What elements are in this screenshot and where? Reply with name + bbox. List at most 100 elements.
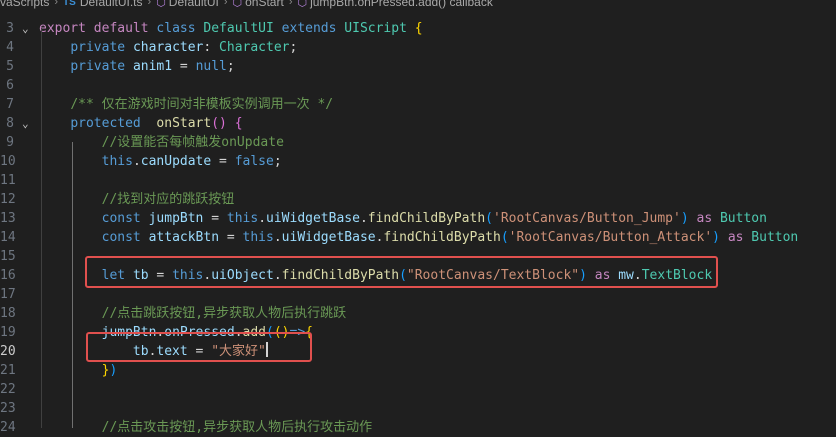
code-token: this bbox=[101, 154, 133, 169]
code-token: jumpBtn bbox=[148, 211, 204, 226]
code-line[interactable]: //设置能否每帧触发onUpdate bbox=[39, 133, 284, 152]
code-token: character bbox=[132, 40, 204, 55]
code-token: anim1 bbox=[132, 59, 173, 74]
code-token: uiWidgetBase bbox=[266, 211, 360, 226]
line-number: 3 bbox=[6, 21, 14, 36]
line-number: 14 bbox=[0, 230, 16, 245]
code-token: { bbox=[414, 21, 423, 36]
code-token: as bbox=[727, 230, 744, 245]
code-token: canUpdate bbox=[140, 154, 212, 169]
code-token: Character bbox=[219, 40, 290, 55]
code-token: 'RootCanvas/Button_Jump' bbox=[493, 211, 681, 226]
code-token: Button bbox=[751, 230, 799, 245]
code-token: extends bbox=[281, 21, 337, 36]
code-token: DefaultUI bbox=[203, 21, 274, 36]
code-token: UIScript bbox=[344, 21, 407, 36]
line-number: 8 bbox=[6, 116, 14, 131]
code-token: ; bbox=[289, 40, 298, 55]
code-token: false bbox=[234, 154, 274, 169]
code-token: //找到对应的跳跃按钮 bbox=[101, 192, 235, 207]
code-line[interactable]: //点击跳跃按钮,异步获取人物后执行跳跃 bbox=[39, 304, 346, 323]
code-token: private bbox=[70, 40, 126, 55]
code-token: protected bbox=[70, 116, 141, 131]
code-token: //设置能否每帧触发onUpdate bbox=[101, 135, 284, 150]
highlight-annotation-box bbox=[86, 332, 312, 362]
code-token: ; bbox=[273, 154, 282, 169]
chevron-down-icon[interactable]: ⌄ bbox=[22, 19, 34, 38]
code-line[interactable]: /** 仅在游戏时间对非模板实例调用一次 */ bbox=[39, 95, 333, 114]
code-token: uiWidgetBase bbox=[281, 230, 376, 245]
code-token: ( bbox=[500, 230, 509, 245]
line-number: 19 bbox=[0, 325, 16, 340]
chevron-down-icon[interactable]: ⌄ bbox=[22, 114, 34, 133]
code-token: = bbox=[172, 59, 196, 74]
highlight-annotation-box bbox=[85, 256, 718, 288]
code-token: private bbox=[70, 59, 126, 74]
code-token: export bbox=[39, 21, 86, 36]
code-token: ( bbox=[485, 211, 493, 226]
code-line[interactable]: private anim1 = null; bbox=[39, 57, 235, 76]
line-number: 10 bbox=[0, 154, 16, 169]
line-number: 20 bbox=[0, 344, 16, 359]
line-number: 24 bbox=[0, 420, 16, 435]
code-token: . bbox=[273, 230, 282, 245]
code-line[interactable]: //找到对应的跳跃按钮 bbox=[39, 190, 235, 209]
code-line[interactable]: //点击攻击按钮,异步获取人物后执行攻击动作 bbox=[39, 418, 372, 437]
code-token: . bbox=[132, 154, 141, 169]
typescript-file-icon: TS bbox=[63, 0, 76, 8]
code-editor[interactable]: 3 ⌄ export default class DefaultUI extends… bbox=[0, 8, 836, 435]
chevron-right-icon: › bbox=[223, 0, 228, 8]
indent-guide bbox=[72, 142, 73, 428]
code-line[interactable]: const attackBtn = this.uiWidgetBase.find… bbox=[39, 228, 799, 247]
code-token: onStart bbox=[156, 116, 212, 131]
code-line[interactable]: export default class DefaultUI extends U… bbox=[39, 19, 423, 38]
line-number: 4 bbox=[6, 40, 14, 55]
code-line[interactable]: }) bbox=[39, 361, 118, 380]
code-token: . bbox=[359, 211, 368, 226]
code-token: attackBtn bbox=[148, 230, 220, 245]
code-line[interactable]: protected onStart() { bbox=[39, 114, 242, 133]
code-token: ; bbox=[226, 59, 235, 74]
chevron-right-icon: › bbox=[288, 0, 293, 8]
line-number: 5 bbox=[6, 59, 14, 74]
code-token: findChildByPath bbox=[367, 211, 486, 226]
code-token: const bbox=[101, 230, 141, 245]
line-number: 15 bbox=[0, 249, 16, 264]
line-number: 16 bbox=[0, 268, 16, 283]
code-token: this bbox=[226, 211, 259, 226]
chevron-right-icon: › bbox=[54, 0, 59, 8]
code-token: ) bbox=[109, 363, 118, 378]
code-token: class bbox=[156, 21, 196, 36]
line-number: 9 bbox=[6, 135, 14, 150]
code-token: : bbox=[203, 40, 220, 55]
code-line[interactable]: const jumpBtn = this.uiWidgetBase.findCh… bbox=[39, 209, 767, 228]
code-token: as bbox=[696, 211, 713, 226]
code-token: ) bbox=[712, 230, 720, 245]
code-token: null bbox=[195, 59, 227, 74]
line-number: 6 bbox=[6, 78, 14, 93]
code-line[interactable]: this.canUpdate = false; bbox=[39, 152, 282, 171]
code-line[interactable]: private character: Character; bbox=[39, 38, 297, 57]
code-token: this bbox=[242, 230, 274, 245]
code-token: . bbox=[258, 211, 267, 226]
